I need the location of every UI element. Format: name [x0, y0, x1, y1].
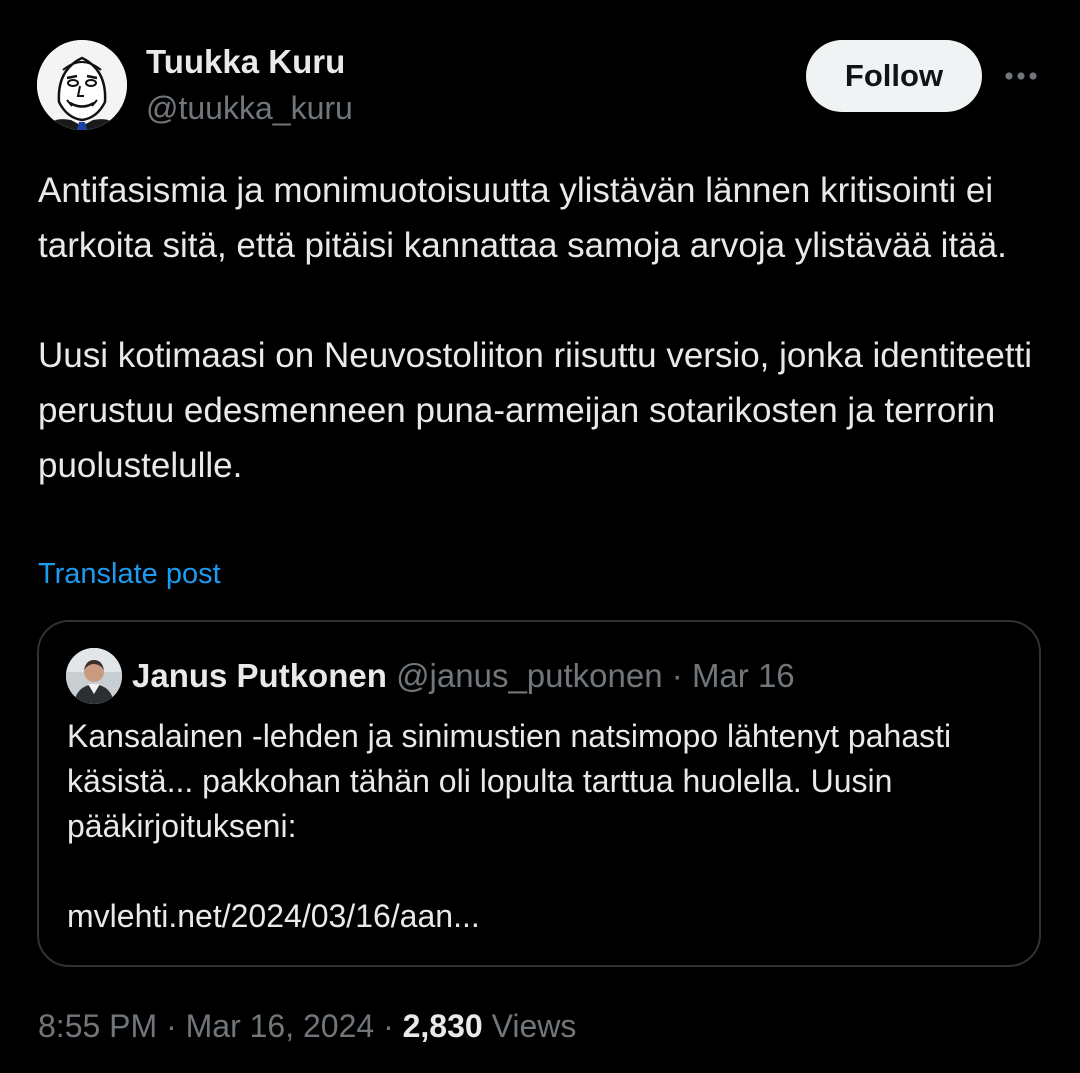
quoted-post-header: Janus Putkonen @janus_putkonen · Mar 16 — [132, 655, 795, 697]
quoted-post-date[interactable]: Mar 16 — [692, 657, 795, 694]
post-text: Antifasismia ja monimuotoisuutta ylistäv… — [38, 163, 1048, 493]
post-meta: 8:55 PM · Mar 16, 2024 · 2,830 Views — [38, 1004, 576, 1048]
follow-button[interactable]: Follow — [806, 40, 982, 112]
person-photo-avatar-icon — [66, 648, 122, 704]
post-paragraph: Uusi kotimaasi on Neuvostoliiton riisutt… — [38, 336, 1033, 485]
views-label: Views — [491, 1008, 577, 1044]
meta-separator: · — [166, 1008, 177, 1044]
author-handle[interactable]: @tuukka_kuru — [146, 88, 353, 128]
post-date[interactable]: Mar 16, 2024 — [186, 1008, 375, 1044]
quoted-author-avatar[interactable] — [66, 648, 122, 704]
meta-separator: · — [383, 1008, 394, 1044]
translate-post-link[interactable]: Translate post — [38, 555, 221, 593]
quoted-author-display-name[interactable]: Janus Putkonen — [132, 657, 387, 694]
more-dots-icon — [1005, 72, 1037, 80]
quoted-paragraph: Kansalainen -lehden ja sinimustien natsi… — [67, 718, 952, 844]
post-time[interactable]: 8:55 PM — [38, 1008, 157, 1044]
post-paragraph: Antifasismia ja monimuotoisuutta ylistäv… — [38, 171, 1007, 265]
views-count: 2,830 — [402, 1008, 483, 1044]
quoted-link: mvlehti.net/2024/03/16/aan... — [67, 898, 480, 934]
quoted-separator: · — [671, 657, 683, 694]
more-button[interactable] — [1000, 56, 1042, 96]
quoted-post-text: Kansalainen -lehden ja sinimustien natsi… — [67, 714, 1017, 939]
author-display-name[interactable]: Tuukka Kuru — [146, 42, 345, 82]
quoted-author-handle[interactable]: @janus_putkonen — [396, 657, 663, 694]
author-avatar[interactable] — [37, 40, 127, 130]
cartoon-face-avatar-icon — [37, 40, 127, 130]
